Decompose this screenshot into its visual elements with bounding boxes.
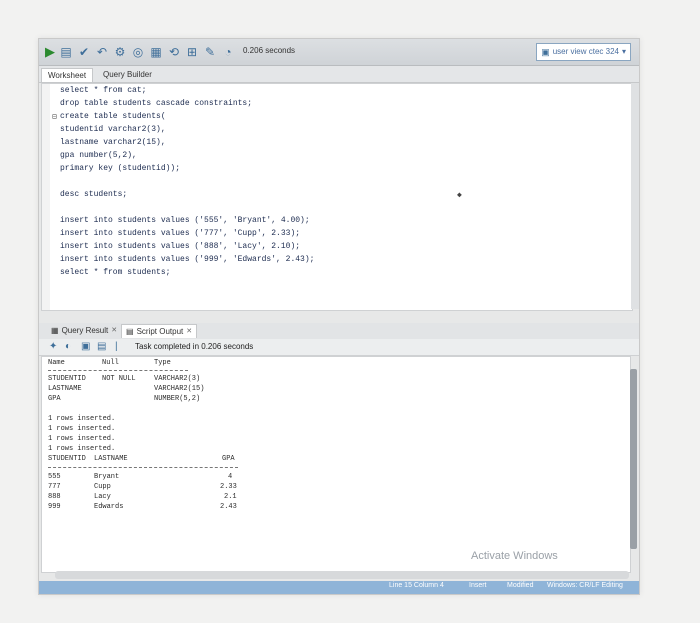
- code-line: studentid varchar2(3),: [60, 125, 166, 134]
- sql-tuning-icon[interactable]: ▦: [149, 45, 163, 59]
- editor-vertical-scrollbar[interactable]: [631, 83, 639, 309]
- result-cell: 555: [48, 473, 61, 481]
- format-icon[interactable]: ⊞: [185, 45, 199, 59]
- connection-label: user view ctec 324: [552, 47, 619, 56]
- code-line: lastname varchar2(15),: [60, 138, 166, 147]
- code-line: create table students(: [60, 112, 166, 121]
- desc-cell: NOT NULL: [102, 375, 136, 383]
- worksheet-toolbar: ▶ ▤ ✔ ↶ ⚙ ◎ ▦ ⟲ ⊞ ✎ ◔ 0.206 seconds ▣ us…: [39, 39, 639, 66]
- desc-header-name: Name: [48, 359, 65, 367]
- tab-script-output[interactable]: ▤ Script Output ✕: [121, 324, 198, 338]
- autotrace-icon[interactable]: ◎: [131, 45, 145, 59]
- desc-cell: LASTNAME: [48, 385, 82, 393]
- tab-query-result-label: Query Result: [61, 326, 109, 335]
- run-script-icon[interactable]: ▤: [59, 45, 73, 59]
- sql-developer-window: ▶ ▤ ✔ ↶ ⚙ ◎ ▦ ⟲ ⊞ ✎ ◔ 0.206 seconds ▣ us…: [38, 38, 640, 595]
- output-toolbar: ✦ ◐ ▣ ▤ | Task completed in 0.206 second…: [39, 339, 639, 356]
- desc-header-type: Type: [154, 359, 171, 367]
- tab-worksheet[interactable]: Worksheet: [41, 68, 94, 82]
- result-cell: Cupp: [94, 483, 111, 491]
- script-icon: ▤: [126, 327, 134, 336]
- desc-cell: STUDENTID: [48, 375, 86, 383]
- message-line: 1 rows inserted.: [48, 425, 116, 433]
- sql-editor[interactable]: ⊟ select * from cat; drop table students…: [41, 83, 633, 311]
- output-vertical-scrollbar[interactable]: [630, 369, 637, 549]
- code-line: insert into students values ('555', 'Bry…: [60, 216, 310, 225]
- database-icon: ▣: [541, 47, 550, 57]
- code-line: primary key (studentid));: [60, 164, 181, 173]
- save-icon[interactable]: ▣: [81, 341, 90, 352]
- editor-tab-bar: Worksheet Query Builder: [39, 66, 639, 83]
- code-line: insert into students values ('999', 'Edw…: [60, 255, 315, 264]
- result-cell: 4: [228, 473, 233, 481]
- close-icon[interactable]: ✕: [186, 325, 192, 338]
- close-icon[interactable]: ✕: [111, 324, 117, 337]
- commit-icon[interactable]: ✔: [77, 45, 91, 59]
- desc-cell: VARCHAR2(3): [154, 375, 201, 383]
- select-header-gpa: GPA: [222, 455, 235, 463]
- line-ending: Windows: CR/LF Editing: [547, 582, 623, 589]
- activate-windows-watermark: Activate Windows: [471, 550, 558, 562]
- script-output-area[interactable]: Name Null Type STUDENTID NOT NULL VARCHA…: [41, 356, 631, 573]
- run-statement-icon[interactable]: ▶: [43, 45, 57, 59]
- code-line: desc students;: [60, 190, 128, 199]
- tab-query-result[interactable]: ▦ Query Result ✕: [47, 324, 121, 337]
- code-line: drop table students cascade constraints;: [60, 99, 253, 108]
- elapsed-time: 0.206 seconds: [243, 46, 296, 55]
- clock-icon: ◔: [224, 45, 232, 59]
- desc-cell: GPA: [48, 395, 61, 403]
- connection-select[interactable]: ▣ user view ctec 324 ▾: [536, 43, 631, 61]
- result-cell: Lacy: [94, 493, 111, 501]
- tab-script-output-label: Script Output: [136, 327, 184, 336]
- status-bar: Line 15 Column 4 Insert Modified Windows…: [39, 581, 639, 594]
- code-line: gpa number(5,2),: [60, 151, 137, 160]
- code-line: insert into students values ('777', 'Cup…: [60, 229, 301, 238]
- modified-indicator: Modified: [507, 582, 534, 589]
- result-cell: 2.33: [220, 483, 237, 491]
- result-cell: 888: [48, 493, 61, 501]
- explain-plan-icon[interactable]: ⚙: [113, 45, 127, 59]
- fold-toggle-icon[interactable]: ⊟: [52, 112, 57, 122]
- eraser-icon[interactable]: ◐: [65, 341, 71, 352]
- divider: [48, 370, 188, 371]
- code-line: insert into students values ('888', 'Lac…: [60, 242, 301, 251]
- editor-gutter: [42, 84, 50, 310]
- select-header-lastname: LASTNAME: [94, 455, 128, 463]
- code-line: select * from students;: [60, 268, 171, 277]
- result-cell: 777: [48, 483, 61, 491]
- desc-cell: NUMBER(5,2): [154, 395, 201, 403]
- desc-header-null: Null: [102, 359, 119, 367]
- mouse-cursor-icon: ◆: [457, 191, 462, 200]
- grid-icon: ▦: [51, 326, 59, 335]
- cursor-position: Line 15 Column 4: [389, 582, 444, 589]
- tab-query-builder[interactable]: Query Builder: [97, 68, 158, 81]
- chevron-down-icon: ▾: [621, 47, 626, 56]
- result-cell: Bryant: [94, 473, 120, 481]
- select-header-studentid: STUDENTID: [48, 455, 86, 463]
- message-line: 1 rows inserted.: [48, 445, 116, 453]
- rollback-icon[interactable]: ↶: [95, 45, 109, 59]
- message-line: 1 rows inserted.: [48, 415, 116, 423]
- insert-mode: Insert: [469, 582, 487, 589]
- result-tab-bar: ▦ Query Result ✕ ▤ Script Output ✕: [39, 323, 639, 339]
- divider: [48, 467, 238, 468]
- task-status: Task completed in 0.206 seconds: [135, 342, 254, 351]
- result-cell: Edwards: [94, 503, 124, 511]
- result-cell: 2.43: [220, 503, 237, 511]
- separator-icon: |: [115, 341, 118, 352]
- print-icon[interactable]: ▤: [97, 341, 106, 352]
- history-icon[interactable]: ⟲: [167, 45, 181, 59]
- result-cell: 999: [48, 503, 61, 511]
- pin-icon[interactable]: ✦: [49, 341, 57, 352]
- output-horizontal-scrollbar[interactable]: [55, 571, 629, 579]
- desc-cell: VARCHAR2(15): [154, 385, 205, 393]
- code-line: select * from cat;: [60, 86, 147, 95]
- result-cell: 2.1: [224, 493, 237, 501]
- clear-icon[interactable]: ✎: [203, 45, 217, 59]
- message-line: 1 rows inserted.: [48, 435, 116, 443]
